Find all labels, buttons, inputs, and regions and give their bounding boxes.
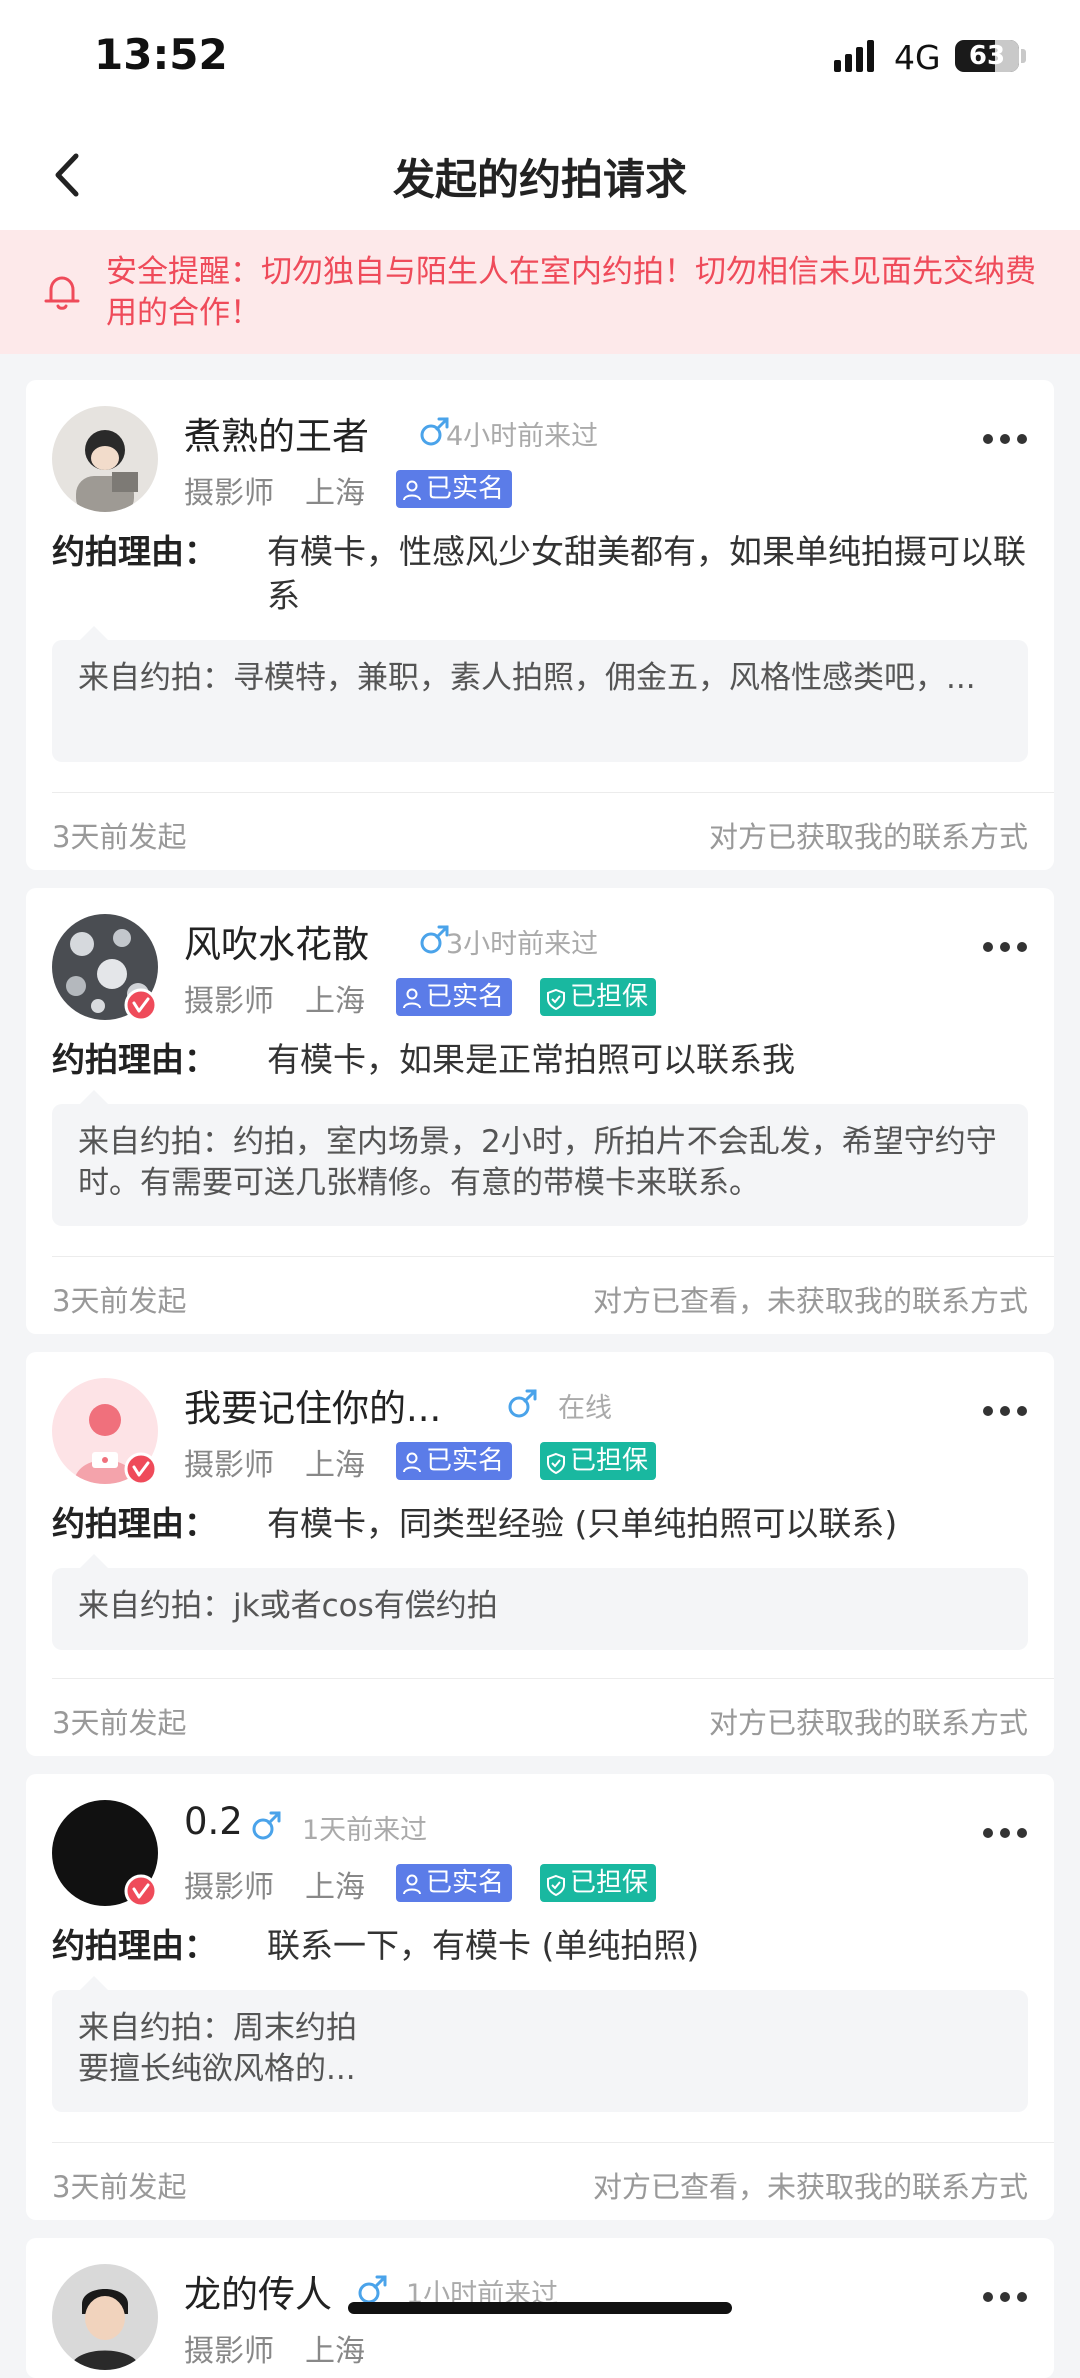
guarantee-label: 已担保 [570, 982, 649, 1012]
request-card[interactable]: 煮熟的王者 4小时前来过 摄影师 上海 已实名 约拍理由： 有模卡，性感风少女甜… [26, 380, 1054, 870]
divider [52, 1256, 1054, 1257]
guarantee-label: 已担保 [570, 1446, 649, 1476]
reason-text: 联系一下，有模卡 (单纯拍照) [267, 1926, 700, 1965]
shield-icon [547, 1874, 565, 1897]
guarantee-badge: 已担保 [540, 1442, 657, 1480]
verified-label: 已实名 [426, 1446, 505, 1476]
nav-bar: 发起的约拍请求 [0, 120, 1080, 230]
request-card[interactable]: 0.2 1天前来过 摄影师 上海 已实名 已担保 约拍理由： 联系一下，有模卡 … [26, 1774, 1054, 2220]
reason-label: 约拍理由： [52, 1926, 217, 1965]
safety-notice: 安全提醒：切勿独自与陌生人在室内约拍！切勿相信未见面先交纳费用的合作！ [0, 230, 1080, 354]
verified-check-icon [124, 1874, 158, 1908]
status-bar: 13:52 4G 63 [0, 0, 1080, 120]
reason-label: 约拍理由： [52, 1504, 217, 1543]
source-post[interactable]: 来自约拍：周末约拍 要擅长纯欲风格的... [52, 1976, 1028, 2112]
user-role: 摄影师 [184, 476, 274, 511]
male-icon [506, 1385, 540, 1421]
reason-text: 有模卡，如果是正常拍照可以联系我 [267, 1040, 795, 1079]
user-role: 摄影师 [184, 984, 274, 1019]
battery-level: 63 [968, 41, 1006, 71]
sent-time: 3天前发起 [52, 1706, 187, 1740]
reason-label: 约拍理由： [52, 532, 217, 571]
signal-icon [834, 40, 876, 72]
verified-badge: 已实名 [396, 1442, 513, 1480]
home-indicator[interactable] [348, 2302, 732, 2314]
user-role: 摄影师 [184, 2334, 274, 2369]
verified-label: 已实名 [426, 982, 505, 1012]
page-title: 发起的约拍请求 [392, 155, 687, 204]
contact-status: 对方已获取我的联系方式 [708, 1706, 1028, 1740]
divider [52, 2142, 1054, 2143]
verified-badge: 已实名 [396, 470, 513, 508]
source-post-text: 来自约拍：寻模特，兼职，素人拍照，佣金五，风格性感类吧，... [78, 660, 976, 696]
user-name[interactable]: 风吹水花散 [184, 914, 369, 968]
more-icon[interactable] [982, 1402, 1028, 1416]
user-name[interactable]: 0.2 [184, 1800, 243, 1843]
verified-badge: 已实名 [396, 1864, 513, 1902]
user-city: 上海 [305, 2334, 365, 2369]
guarantee-badge: 已担保 [540, 978, 657, 1016]
notice-text: 安全提醒：切勿独自与陌生人在室内约拍！切勿相信未见面先交纳费用的合作！ [106, 254, 1036, 331]
verified-label: 已实名 [426, 474, 505, 504]
shield-icon [547, 988, 565, 1011]
sent-time: 3天前发起 [52, 1284, 187, 1318]
verified-check-icon [124, 1452, 158, 1486]
network-type: 4G [894, 38, 941, 77]
user-role: 摄影师 [184, 1448, 274, 1483]
person-icon [403, 988, 421, 1009]
reason-text: 有模卡，同类型经验 (只单纯拍照可以联系) [267, 1504, 898, 1543]
verified-label: 已实名 [426, 1868, 505, 1898]
source-post[interactable]: 来自约拍：约拍，室内场景，2小时，所拍片不会乱发，希望守约守时。有需要可送几张精… [52, 1090, 1028, 1226]
user-role: 摄影师 [184, 1870, 274, 1905]
guarantee-label: 已担保 [570, 1868, 649, 1898]
more-icon[interactable] [982, 2288, 1028, 2302]
more-icon[interactable] [982, 430, 1028, 444]
user-city: 上海 [305, 1448, 365, 1483]
more-icon[interactable] [982, 1824, 1028, 1838]
contact-status: 对方已查看，未获取我的联系方式 [592, 2170, 1028, 2204]
source-post[interactable]: 来自约拍：寻模特，兼职，素人拍照，佣金五，风格性感类吧，... [52, 626, 1028, 762]
request-card[interactable]: 我要记住你的... 在线 摄影师 上海 已实名 已担保 约拍理由： 有模卡，同类… [26, 1352, 1054, 1756]
contact-status: 对方已查看，未获取我的联系方式 [592, 1284, 1028, 1318]
contact-status: 对方已获取我的联系方式 [708, 820, 1028, 854]
guarantee-badge: 已担保 [540, 1864, 657, 1902]
battery-icon: 63 [955, 40, 1019, 72]
source-post[interactable]: 来自约拍：jk或者cos有偿约拍 [52, 1554, 1028, 1650]
last-active: 1天前来过 [302, 1815, 428, 1846]
person-icon [403, 480, 421, 501]
more-icon[interactable] [982, 938, 1028, 952]
bell-icon [40, 270, 84, 314]
battery-tip [1021, 49, 1026, 63]
avatar[interactable] [52, 2264, 158, 2370]
last-active: 3小时前来过 [446, 929, 599, 960]
reason-text: 有模卡，性感风少女甜美都有，如果单纯拍摄可以联系 [267, 532, 1026, 615]
reason-label: 约拍理由： [52, 1040, 217, 1079]
shield-icon [547, 1452, 565, 1475]
status-time: 13:52 [94, 30, 228, 79]
divider [52, 1678, 1054, 1679]
avatar[interactable] [52, 406, 158, 512]
user-city: 上海 [305, 1870, 365, 1905]
request-card[interactable]: 风吹水花散 3小时前来过 摄影师 上海 已实名 已担保 约拍理由： 有模卡，如果… [26, 888, 1054, 1334]
verified-badge: 已实名 [396, 978, 513, 1016]
source-post-line: 要擅长纯欲风格的... [78, 2051, 356, 2087]
sent-time: 3天前发起 [52, 820, 187, 854]
divider [52, 792, 1054, 793]
person-icon [403, 1452, 421, 1473]
last-active: 4小时前来过 [446, 421, 599, 452]
user-city: 上海 [305, 984, 365, 1019]
verified-check-icon [124, 988, 158, 1022]
online-status: 在线 [558, 1393, 612, 1424]
sent-time: 3天前发起 [52, 2170, 187, 2204]
male-icon [250, 1807, 284, 1843]
source-post-text: 来自约拍：jk或者cos有偿约拍 [78, 1588, 498, 1624]
user-name[interactable]: 煮熟的王者 [184, 406, 369, 460]
person-icon [403, 1874, 421, 1895]
source-post-line: 来自约拍：周末约拍 [78, 2010, 357, 2046]
user-name[interactable]: 我要记住你的... [184, 1378, 441, 1432]
user-name[interactable]: 龙的传人 [184, 2264, 332, 2318]
user-city: 上海 [305, 476, 365, 511]
source-post-text: 来自约拍：周末约拍 要擅长纯欲风格的... [78, 2008, 1008, 2090]
source-post-text: 来自约拍：约拍，室内场景，2小时，所拍片不会乱发，希望守约守时。有需要可送几张精… [78, 1124, 997, 1201]
